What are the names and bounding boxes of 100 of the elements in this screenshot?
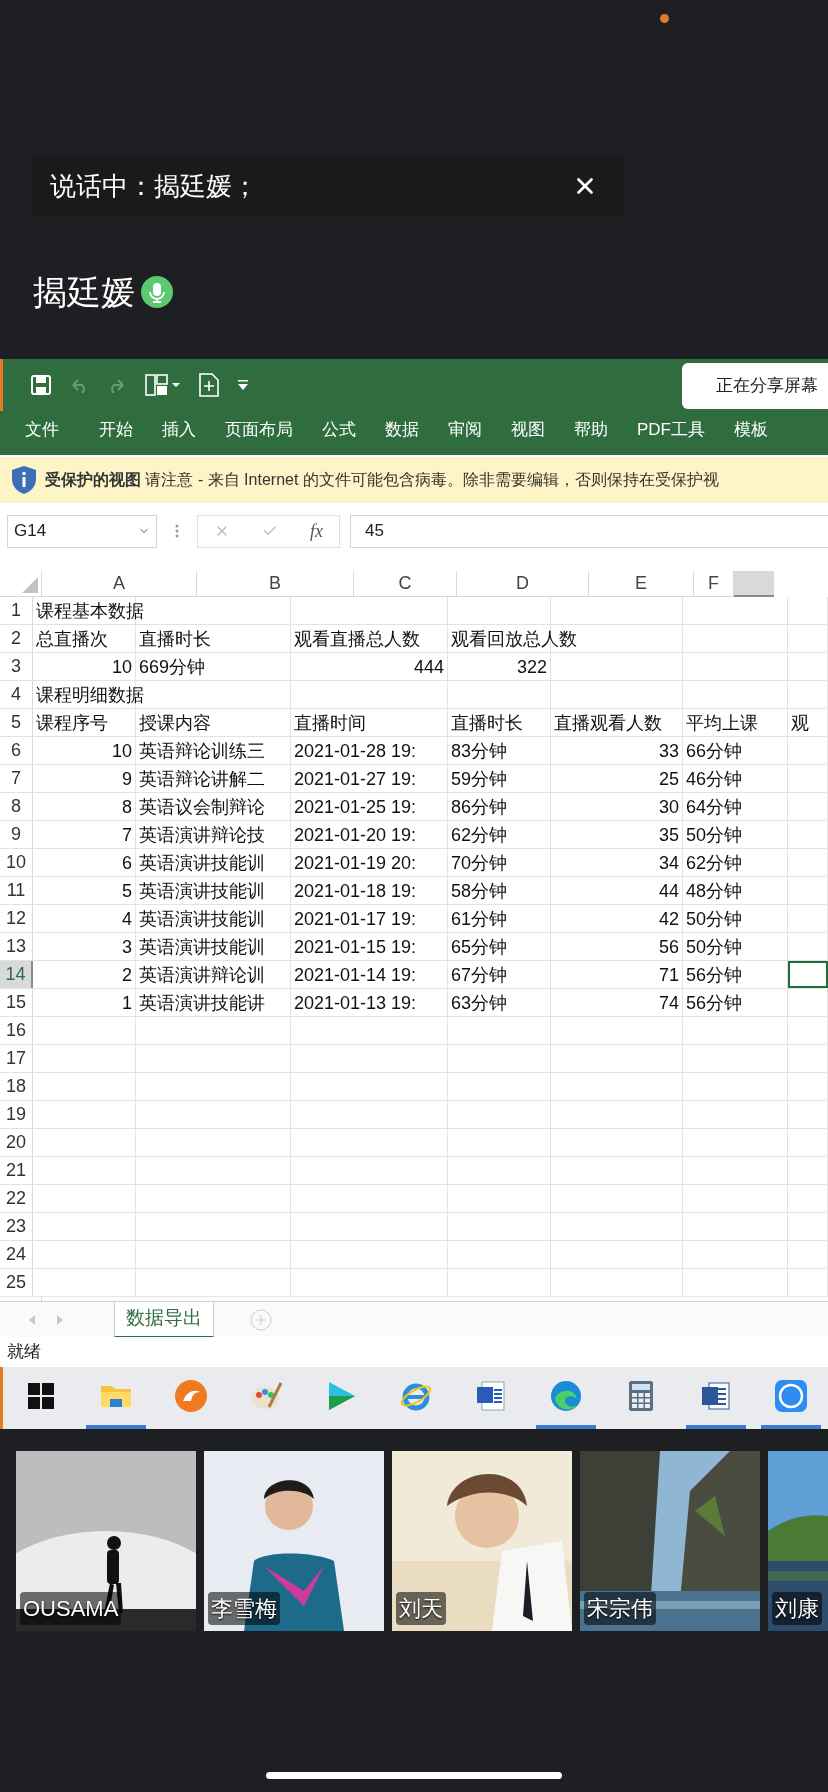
table-cell-text: 英语辩论训练三 bbox=[139, 739, 265, 763]
table-cell-text: 2 bbox=[122, 963, 132, 987]
ribbon-tab[interactable]: 插入 bbox=[162, 417, 196, 443]
table-cell-text: 56分钟 bbox=[686, 991, 743, 1015]
app-icon[interactable] bbox=[773, 1379, 808, 1413]
participant-name: 刘天 bbox=[396, 1592, 446, 1625]
formula-field[interactable]: 45 bbox=[350, 514, 828, 548]
table-cell-text: 直播观看人数 bbox=[554, 711, 662, 735]
table-cell-text: 2021-01-15 19: bbox=[294, 935, 417, 959]
table-cell-text: 46分钟 bbox=[686, 767, 743, 791]
new-sheet-icon[interactable] bbox=[199, 373, 219, 397]
table-cell-text: 直播时长 bbox=[139, 627, 211, 651]
table-cell-text: 71 bbox=[658, 963, 679, 987]
ribbon-tab[interactable]: 页面布局 bbox=[225, 417, 293, 443]
swirl-icon[interactable] bbox=[548, 1379, 583, 1413]
participant-name: 宋宗伟 bbox=[584, 1592, 656, 1625]
scroll-left-icon[interactable] bbox=[28, 1314, 36, 1325]
ribbon-tab[interactable]: 开始 bbox=[99, 417, 133, 443]
table-cell-text: 25 bbox=[658, 767, 679, 791]
ribbon-tab[interactable]: 视图 bbox=[511, 417, 545, 443]
table-cell-text: 英语演讲技能训 bbox=[139, 879, 265, 903]
table-cell-text: 观看直播总人数 bbox=[294, 627, 420, 651]
customize-icon[interactable] bbox=[237, 380, 249, 390]
layout-icon[interactable] bbox=[145, 374, 181, 396]
table-cell-text: 2021-01-17 19: bbox=[294, 907, 417, 931]
ribbon-tab[interactable]: 帮助 bbox=[574, 417, 608, 443]
table-cell-text: 1 bbox=[122, 991, 132, 1015]
table-cell-text: 59分钟 bbox=[451, 767, 508, 791]
table-cell-text: 86分钟 bbox=[451, 795, 508, 819]
scroll-right-icon[interactable] bbox=[56, 1314, 64, 1325]
table-cell-text: 英语议会制辩论 bbox=[139, 795, 265, 819]
sharing-text: 正在分享屏幕 bbox=[716, 375, 818, 398]
table-cell-text: 65分钟 bbox=[451, 935, 508, 959]
table-cell-text: 观 bbox=[791, 711, 809, 735]
browser-icon[interactable] bbox=[173, 1379, 208, 1413]
table-cell-text: 9 bbox=[122, 767, 132, 791]
table-cell-text: 62分钟 bbox=[686, 851, 743, 875]
table-cell-text: 70分钟 bbox=[451, 851, 508, 875]
participant-name: OUSAMA bbox=[20, 1592, 122, 1625]
table-cell-text: 英语辩论讲解二 bbox=[139, 767, 265, 791]
ribbon-tab[interactable]: 模板 bbox=[734, 417, 768, 443]
column-header[interactable]: E bbox=[589, 571, 694, 597]
ribbon-tab[interactable]: 公式 bbox=[322, 417, 356, 443]
table-cell-text: 50分钟 bbox=[686, 907, 743, 931]
table-cell-text: 2021-01-13 19: bbox=[294, 991, 417, 1015]
table-cell-text: 10 bbox=[111, 739, 132, 763]
participant-tile[interactable]: 宋宗伟 bbox=[580, 1451, 760, 1631]
more-icon bbox=[175, 523, 179, 539]
table-cell-text: 50分钟 bbox=[686, 823, 743, 847]
column-header[interactable] bbox=[734, 571, 774, 597]
table-cell-text: 74 bbox=[658, 991, 679, 1015]
table-cell-text: 33 bbox=[658, 739, 679, 763]
selected-cell[interactable] bbox=[788, 961, 828, 988]
table-cell-text: 34 bbox=[658, 851, 679, 875]
column-header[interactable]: C bbox=[354, 571, 457, 597]
participant-tile[interactable]: 刘康 bbox=[768, 1451, 828, 1631]
table-cell-text: 64分钟 bbox=[686, 795, 743, 819]
ribbon-tab[interactable]: 审阅 bbox=[448, 417, 482, 443]
table-cell-text: 英语演讲技能训 bbox=[139, 851, 265, 875]
table-cell-text: 授课内容 bbox=[139, 711, 211, 735]
column-header[interactable]: B bbox=[197, 571, 354, 597]
table-cell-text: 44 bbox=[658, 879, 679, 903]
sheet-tab[interactable]: 数据导出 bbox=[114, 1301, 214, 1338]
column-header[interactable]: D bbox=[457, 571, 589, 597]
participant-name: 刘康 bbox=[772, 1592, 822, 1625]
table-cell-text: 英语演讲技能讲 bbox=[139, 991, 265, 1015]
protected-view-message: 受保护的视图 请注意 - 来自 Internet 的文件可能包含病毒。除非需要编辑，否则保持在受保护视 bbox=[45, 470, 719, 490]
table-cell-text: 6 bbox=[122, 851, 132, 875]
table-cell-text: 2021-01-19 20: bbox=[294, 851, 417, 875]
name-box[interactable]: G14 bbox=[7, 514, 157, 548]
status-text: 就绪 bbox=[7, 1341, 41, 1364]
table-cell-text: 直播时间 bbox=[294, 711, 366, 735]
save-icon[interactable] bbox=[31, 375, 51, 395]
table-cell-text: 平均上课 bbox=[686, 711, 758, 735]
table-cell-text: 42 bbox=[658, 907, 679, 931]
table-cell-text: 56 bbox=[658, 935, 679, 959]
column-header[interactable]: A bbox=[42, 571, 197, 597]
table-cell-text: 5 bbox=[122, 879, 132, 903]
row-header[interactable]: 14 bbox=[0, 961, 33, 988]
table-cell-text: 56分钟 bbox=[686, 963, 743, 987]
ribbon-tab[interactable]: 文件 bbox=[25, 417, 59, 443]
function-button[interactable]: fx bbox=[310, 517, 323, 545]
table-cell-text: 444 bbox=[413, 655, 444, 679]
table-cell-text: 8 bbox=[122, 795, 132, 819]
table-cell-text: 2021-01-27 19: bbox=[294, 767, 417, 791]
table-cell-text: 英语演讲技能训 bbox=[139, 935, 265, 959]
table-cell-text: 669分钟 bbox=[139, 655, 206, 679]
participant-tile[interactable]: 刘天 bbox=[392, 1451, 572, 1631]
formula-value: 45 bbox=[365, 520, 384, 543]
participant-tile[interactable]: OUSAMA bbox=[16, 1451, 196, 1631]
table-cell-text: 48分钟 bbox=[686, 879, 743, 903]
table-cell-text: 10 bbox=[111, 655, 132, 679]
table-cell-text: 67分钟 bbox=[451, 963, 508, 987]
table-cell-text: 66分钟 bbox=[686, 739, 743, 763]
table-cell-text: 61分钟 bbox=[451, 907, 508, 931]
windows-logo-icon[interactable] bbox=[27, 1383, 54, 1409]
ribbon-tab[interactable]: 数据 bbox=[385, 417, 419, 443]
ribbon-tab[interactable]: PDF工具 bbox=[637, 417, 705, 443]
table-cell-text: 观看回放总人数 bbox=[451, 627, 577, 651]
corner-triangle-icon bbox=[22, 577, 38, 593]
